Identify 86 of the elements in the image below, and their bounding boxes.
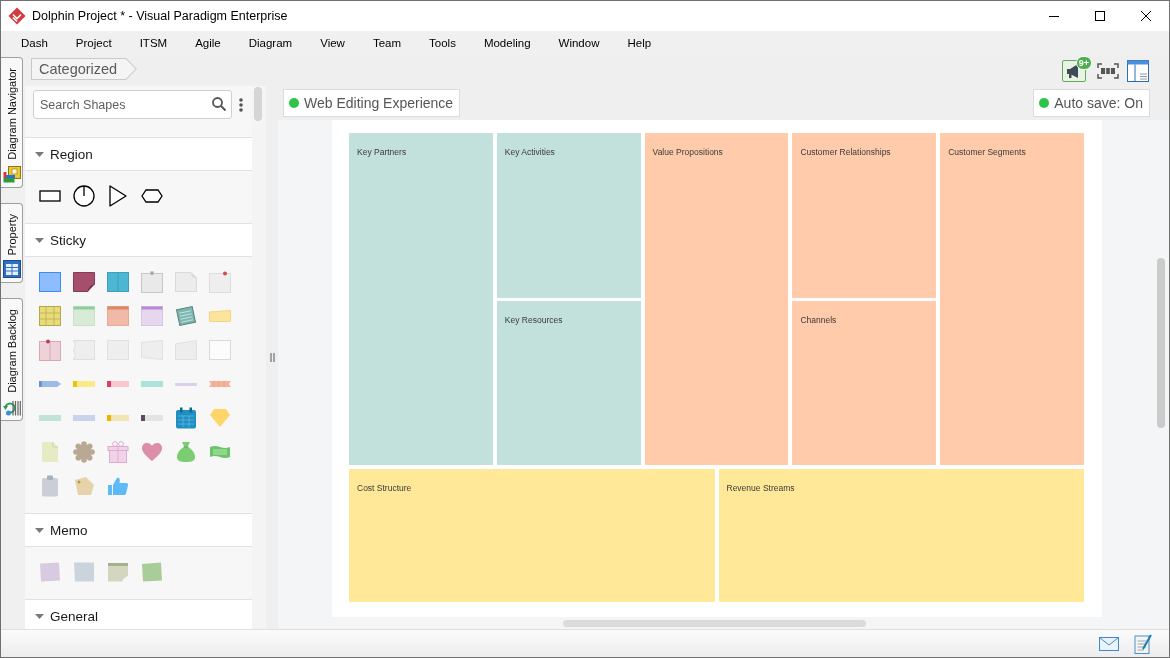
menu-item[interactable]: Help — [613, 34, 666, 52]
tag-icon[interactable] — [73, 476, 95, 496]
side-tab[interactable]: Property — [1, 202, 23, 284]
search-field[interactable]: Search Shapes — [33, 90, 232, 119]
hexagon-icon[interactable] — [141, 189, 163, 203]
close-icon — [1141, 11, 1151, 21]
banknote-icon[interactable] — [209, 444, 231, 460]
pinned-note-icon[interactable] — [141, 271, 163, 293]
box-stack-icon — [2, 164, 21, 183]
scrollbar-thumb[interactable] — [254, 87, 262, 121]
page-icon[interactable] — [41, 441, 59, 463]
memo-note-icon[interactable] — [73, 562, 95, 582]
block-title: Cost Structure — [357, 483, 412, 493]
diamond-icon[interactable] — [209, 408, 231, 428]
pinned-note-icon[interactable] — [39, 339, 61, 361]
horizontal-scrollbar[interactable] — [563, 620, 866, 627]
status-dot-icon — [289, 98, 299, 108]
block-title: Key Partners — [357, 147, 407, 157]
menu-item[interactable]: Window — [544, 34, 614, 52]
section-header[interactable]: Sticky — [25, 223, 252, 257]
curled-note-icon[interactable] — [73, 272, 95, 292]
torn-note-icon[interactable] — [73, 340, 95, 360]
menu-item[interactable]: Diagram — [234, 34, 307, 52]
thumbs-up-icon[interactable] — [107, 476, 129, 496]
mail-icon[interactable] — [1099, 636, 1119, 651]
plaid-note-icon[interactable] — [39, 306, 61, 326]
window-grid-icon — [2, 260, 21, 279]
block-title: Key Resources — [504, 314, 563, 325]
breadcrumb[interactable]: Categorized — [31, 58, 138, 80]
menu-item[interactable]: Agile — [181, 34, 235, 52]
notification-badge: 9+ — [1075, 55, 1092, 70]
sticky-note-icon[interactable] — [141, 306, 163, 326]
rectangle-icon[interactable] — [39, 190, 61, 202]
sticky-note-icon[interactable] — [107, 272, 129, 292]
circle-icon[interactable] — [73, 185, 95, 207]
section-header[interactable]: General — [25, 599, 252, 629]
block-title: Value Propositions — [652, 147, 723, 157]
menu-item[interactable]: Tools — [415, 34, 470, 52]
minimize-icon — [1049, 15, 1059, 17]
tape-icon[interactable] — [141, 414, 163, 422]
calendar-icon[interactable] — [175, 407, 197, 429]
clipboard-icon[interactable] — [41, 475, 59, 497]
menu-item[interactable]: Dash — [7, 34, 62, 52]
block-title: Key Activities — [504, 147, 555, 157]
money-bag-icon[interactable] — [176, 441, 196, 463]
fit-screen-icon[interactable] — [1097, 62, 1119, 79]
sticky-note-icon[interactable] — [107, 306, 129, 326]
block-title: Channels — [800, 314, 837, 325]
gift-icon[interactable] — [107, 441, 129, 463]
seal-icon[interactable] — [73, 441, 95, 463]
block-title: Revenue Streams — [726, 483, 795, 493]
arrow-bars-icon — [2, 398, 21, 417]
more-icon[interactable] — [239, 98, 243, 112]
logo-icon — [8, 7, 26, 25]
badge-label: Auto save: On — [1054, 95, 1143, 111]
section-header[interactable]: Region — [25, 137, 252, 171]
menu-item[interactable]: Project — [61, 34, 126, 52]
block-title: Customer Relationships — [800, 147, 891, 157]
maximize-icon — [1095, 11, 1105, 21]
menu-item[interactable]: Team — [358, 34, 416, 52]
pinned-note-icon[interactable] — [209, 271, 231, 293]
menu-item[interactable]: ITSM — [125, 34, 182, 52]
ribbon-icon[interactable] — [209, 380, 231, 388]
grip-icon — [269, 352, 275, 362]
layout-panel-icon[interactable] — [1127, 59, 1149, 82]
side-tab[interactable]: Diagram Navigator — [1, 57, 23, 188]
notebook-icon[interactable] — [175, 305, 197, 327]
document-edit-icon[interactable] — [1134, 633, 1152, 654]
section-header[interactable]: Memo — [25, 513, 252, 547]
triangle-icon[interactable] — [109, 185, 127, 207]
sticky-note-icon[interactable] — [39, 272, 61, 292]
search-icon[interactable] — [212, 97, 226, 111]
memo-note-icon[interactable] — [141, 562, 163, 582]
menu-item[interactable]: View — [306, 34, 359, 52]
tape-icon[interactable] — [107, 380, 129, 388]
block-title: Customer Segments — [948, 147, 1026, 157]
menu-item[interactable]: Modeling — [469, 34, 545, 52]
window-title: Dolphin Project * - Visual Paradigm Enterprise — [32, 9, 288, 23]
heart-icon[interactable] — [141, 442, 163, 462]
side-tab[interactable]: Diagram Backlog — [1, 298, 23, 422]
badge-label: Web Editing Experience — [304, 95, 454, 111]
memo-note-icon[interactable] — [39, 562, 61, 582]
vertical-scrollbar[interactable] — [1157, 258, 1165, 428]
status-dot-icon — [1039, 98, 1050, 108]
memo-note-icon[interactable] — [107, 562, 129, 582]
splitter[interactable] — [266, 55, 278, 629]
